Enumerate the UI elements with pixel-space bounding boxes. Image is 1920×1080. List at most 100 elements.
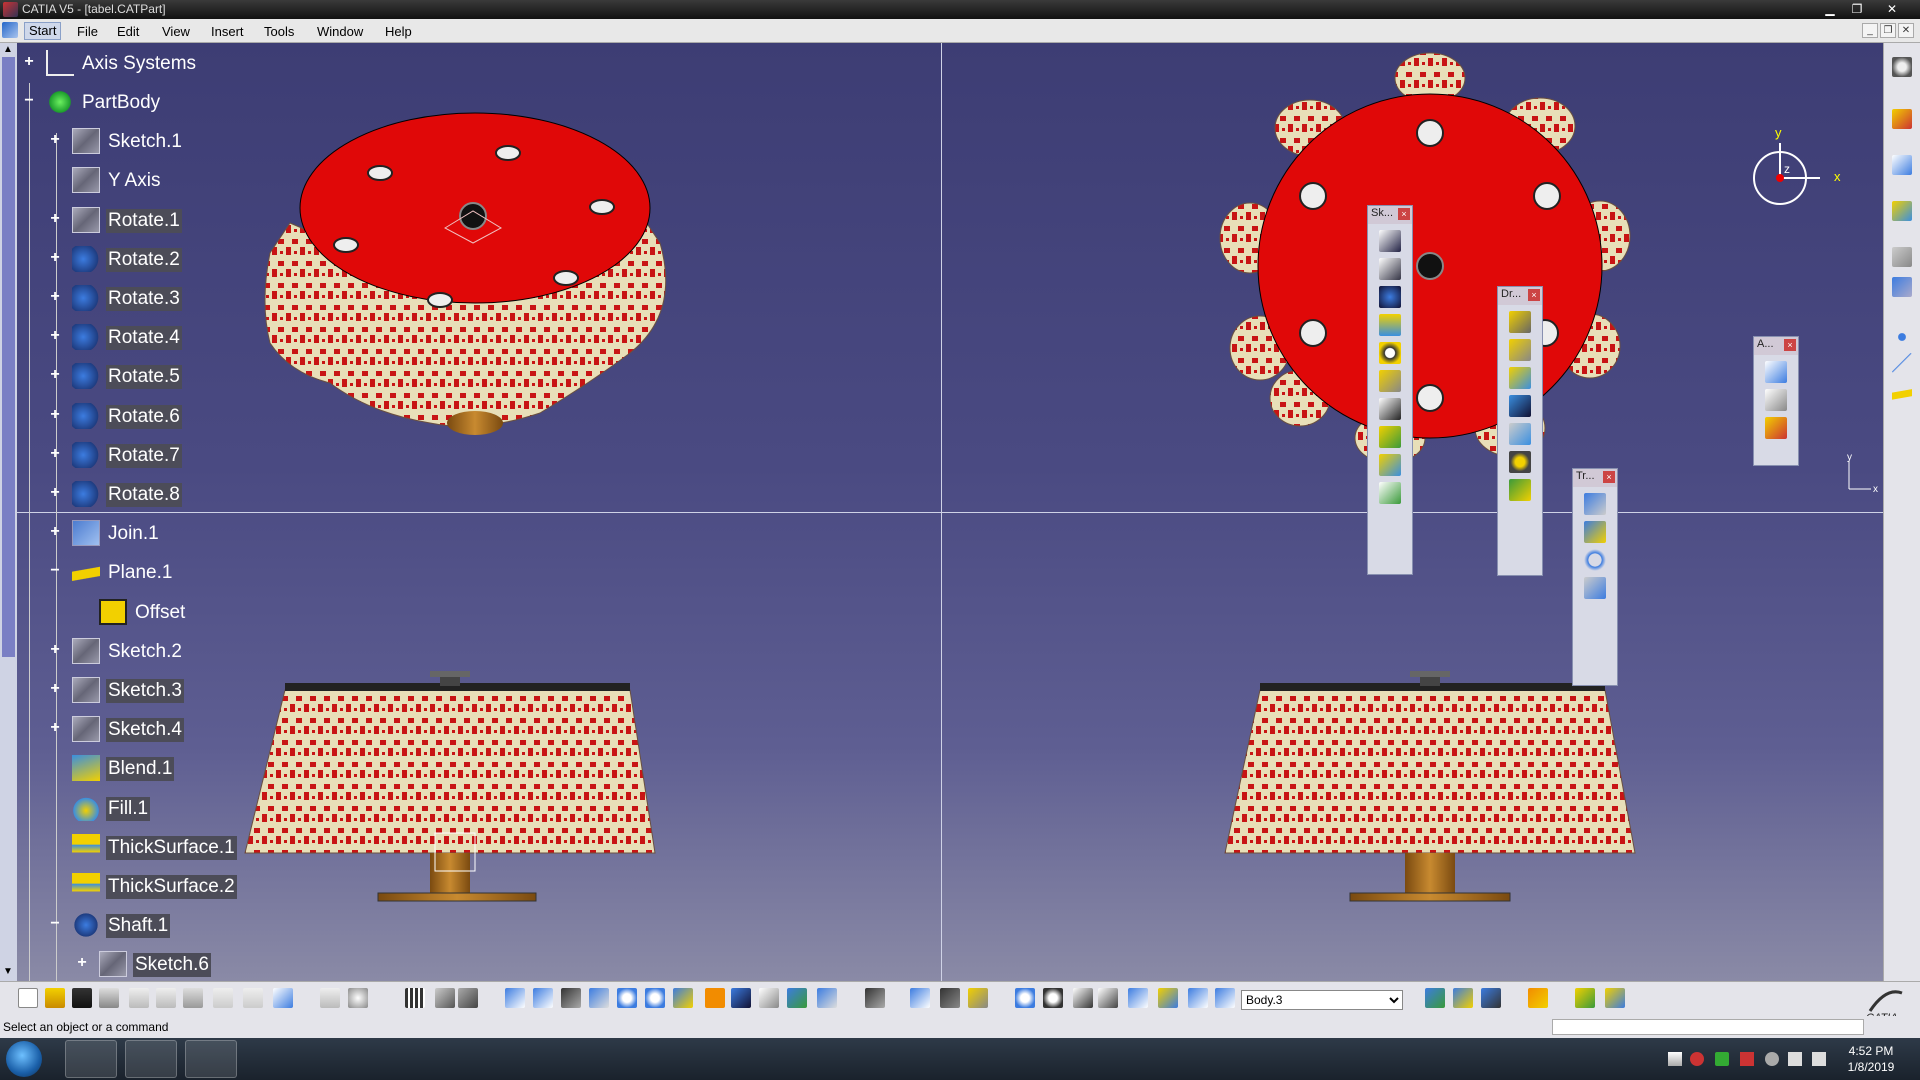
3d-compass[interactable]: y x z (1740, 123, 1850, 233)
expand-icon[interactable]: + (48, 367, 62, 383)
expand-icon[interactable]: + (48, 642, 62, 658)
thread-icon[interactable] (1509, 451, 1531, 473)
stiffener-icon[interactable] (1379, 426, 1401, 448)
catalog-icon[interactable] (435, 988, 455, 1008)
save-icon[interactable] (72, 988, 92, 1008)
fly-mode-icon[interactable] (505, 988, 525, 1008)
expand-icon[interactable]: + (48, 132, 62, 148)
catia-compass-icon[interactable] (2, 22, 18, 38)
thickness-icon[interactable] (1509, 423, 1531, 445)
multi-view-icon[interactable] (705, 988, 725, 1008)
boolean-ops-icon[interactable] (1128, 988, 1148, 1008)
update-icon[interactable] (1015, 988, 1035, 1008)
tray-q-icon[interactable] (1715, 1052, 1729, 1066)
comment-icon[interactable] (348, 988, 368, 1008)
grid-icon[interactable] (1098, 988, 1118, 1008)
toolbar-header[interactable]: A... × (1754, 337, 1798, 355)
tray-shield-icon[interactable] (1740, 1052, 1754, 1066)
remove-face-icon[interactable] (1509, 479, 1531, 501)
body-select-dropdown[interactable]: Body.3 (1241, 990, 1403, 1010)
surface-analysis-icon[interactable] (1575, 988, 1595, 1008)
menu-edit[interactable]: Edit (117, 24, 139, 39)
3d-annotation-query-icon[interactable] (1765, 417, 1787, 439)
pocket-icon[interactable] (1379, 258, 1401, 280)
constraint-icon[interactable] (1892, 277, 1912, 297)
copy-icon[interactable] (156, 988, 176, 1008)
collapse-icon[interactable]: − (48, 563, 62, 579)
menu-insert[interactable]: Insert (211, 24, 244, 39)
select-cursor-icon[interactable] (1892, 109, 1912, 129)
table-top-view[interactable] (1210, 48, 1650, 478)
geometric-set-icon[interactable] (1188, 988, 1208, 1008)
scaling-icon[interactable] (1584, 577, 1606, 599)
zoom-in-icon[interactable] (617, 988, 637, 1008)
expand-icon[interactable]: + (48, 446, 62, 462)
sketch-based-features-toolbar[interactable]: Sk... × (1367, 205, 1413, 575)
chamfer-icon[interactable] (1509, 339, 1531, 361)
expand-icon[interactable]: + (75, 955, 89, 971)
shading-icon[interactable] (759, 988, 779, 1008)
whats-this-icon[interactable] (273, 988, 293, 1008)
loft-icon[interactable] (1379, 454, 1401, 476)
flag-note-icon[interactable] (1765, 389, 1787, 411)
tray-red-icon[interactable] (1690, 1052, 1704, 1066)
translation-icon[interactable] (1584, 493, 1606, 515)
expand-icon[interactable]: + (48, 524, 62, 540)
taskbar-firefox-icon[interactable] (185, 1040, 237, 1078)
start-button-icon[interactable] (6, 1041, 42, 1077)
cut-icon[interactable] (129, 988, 149, 1008)
pan-icon[interactable] (561, 988, 581, 1008)
groove-icon[interactable] (1379, 314, 1401, 336)
expand-icon[interactable]: + (48, 681, 62, 697)
formula-icon[interactable] (320, 988, 340, 1008)
toolbar-header[interactable]: Sk... × (1368, 206, 1412, 224)
point-icon[interactable] (1892, 327, 1912, 347)
text-with-leader-icon[interactable] (1765, 361, 1787, 383)
circular-pattern-icon[interactable] (1584, 549, 1606, 571)
paste-icon[interactable] (183, 988, 203, 1008)
exit-workbench-icon[interactable] (1892, 201, 1912, 221)
table-front-view[interactable] (240, 628, 670, 918)
doc-close-button[interactable]: ✕ (1898, 23, 1914, 38)
menu-help[interactable]: Help (385, 24, 412, 39)
axis-system-tool-icon[interactable] (1073, 988, 1093, 1008)
toolbar-header[interactable]: Dr... × (1498, 287, 1542, 305)
knowledge-icon[interactable] (458, 988, 478, 1008)
toolbar-close-button[interactable]: × (1603, 471, 1615, 483)
menu-file[interactable]: File (77, 24, 98, 39)
table-isometric-view[interactable] (250, 83, 690, 483)
toolbar-close-button[interactable]: × (1398, 208, 1410, 220)
tray-sync-icon[interactable] (1765, 1052, 1779, 1066)
scroll-up-arrow[interactable]: ▲ (3, 44, 13, 55)
catia-app-icon[interactable] (3, 2, 18, 17)
swap-visible-space-icon[interactable] (817, 988, 837, 1008)
doc-minimize-button[interactable]: _ (1862, 23, 1878, 38)
expand-icon[interactable]: + (22, 54, 36, 70)
measure-icon[interactable] (1892, 247, 1912, 267)
open-folder-icon[interactable] (45, 988, 65, 1008)
measure-item-icon[interactable] (940, 988, 960, 1008)
rotate-view-icon[interactable] (589, 988, 609, 1008)
measure-inertia-icon[interactable] (968, 988, 988, 1008)
expand-icon[interactable]: + (48, 250, 62, 266)
pad-icon[interactable] (1379, 230, 1401, 252)
expand-icon[interactable]: + (48, 720, 62, 736)
print-icon[interactable] (99, 988, 119, 1008)
table-icon[interactable] (405, 988, 425, 1008)
publication-icon[interactable] (1528, 988, 1548, 1008)
apply-material-icon[interactable] (1425, 988, 1445, 1008)
expand-icon[interactable]: + (48, 328, 62, 344)
sketcher-icon[interactable] (1892, 155, 1912, 175)
shaft-tool-icon[interactable] (1379, 286, 1401, 308)
hide-show-icon[interactable] (787, 988, 807, 1008)
toolbar-close-button[interactable]: × (1528, 289, 1540, 301)
doc-restore-button[interactable]: ❐ (1880, 23, 1896, 38)
taskbar-explorer-icon[interactable] (65, 1040, 117, 1078)
toolbar-header[interactable]: Tr... × (1573, 469, 1617, 487)
menu-tools[interactable]: Tools (264, 24, 294, 39)
new-document-icon[interactable] (18, 988, 38, 1008)
maximize-button[interactable]: ❐ (1845, 1, 1869, 17)
measure-between-icon[interactable] (910, 988, 930, 1008)
scroll-down-arrow[interactable]: ▼ (3, 966, 13, 977)
taskbar-clock[interactable]: 4:52 PM 1/8/2019 (1840, 1043, 1902, 1075)
